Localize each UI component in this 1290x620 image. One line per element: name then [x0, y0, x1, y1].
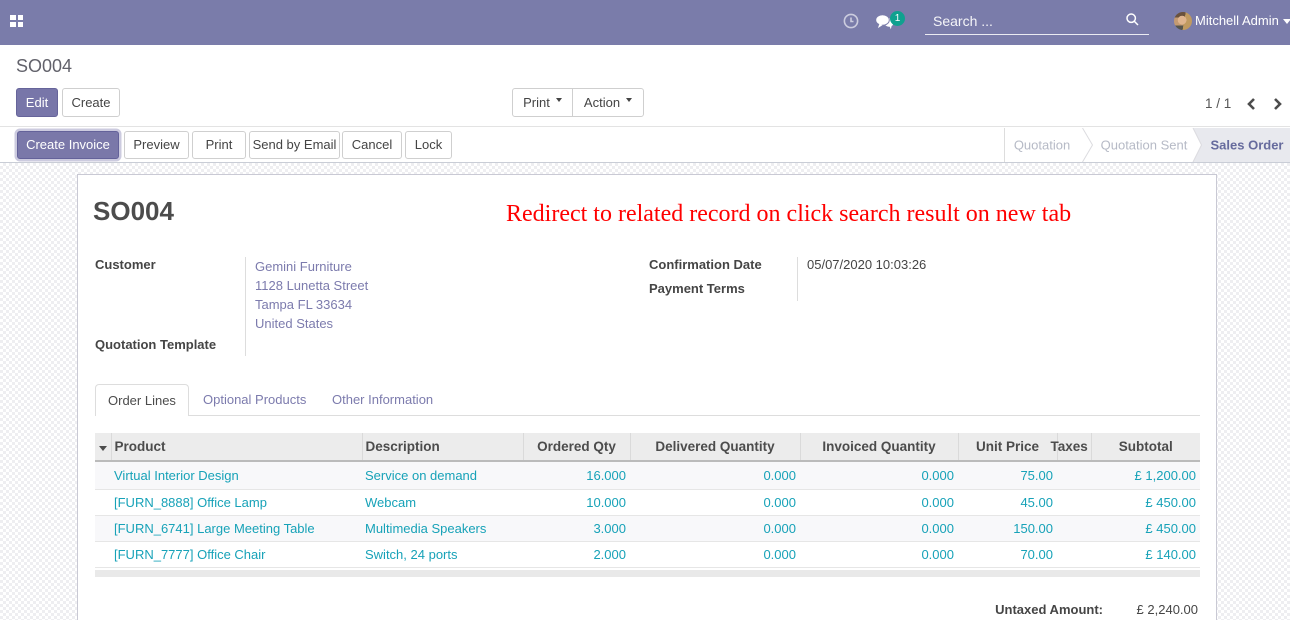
- svg-text:Quotation: Quotation: [1014, 137, 1070, 152]
- svg-text:Sales Order: Sales Order: [1211, 137, 1284, 152]
- svg-text:Quotation Sent: Quotation Sent: [1101, 137, 1188, 152]
